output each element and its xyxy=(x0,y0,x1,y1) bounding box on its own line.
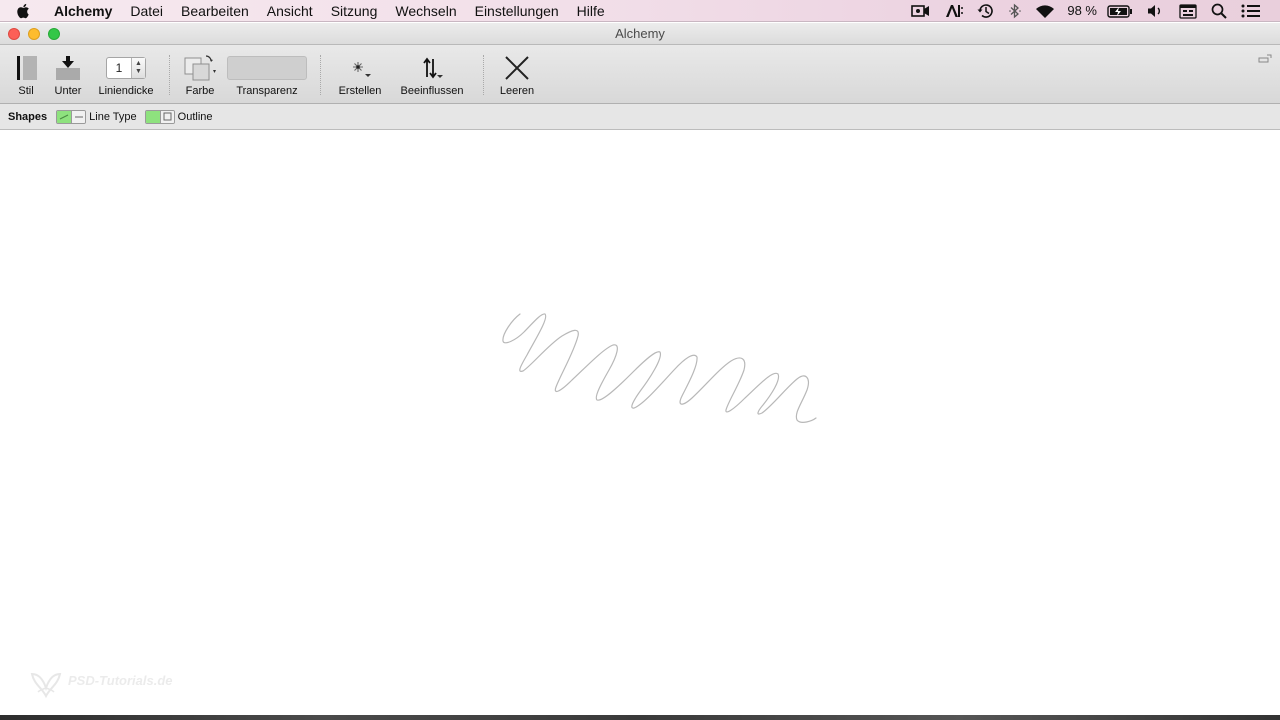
time-machine-icon[interactable] xyxy=(970,0,1002,22)
farbe-icon xyxy=(182,45,218,85)
menu-bar: Alchemy Datei Bearbeiten Ansicht Sitzung… xyxy=(0,0,1280,22)
menu-bar-left: Alchemy Datei Bearbeiten Ansicht Sitzung… xyxy=(0,0,614,22)
transparenz-label: Transparenz xyxy=(236,85,298,97)
line-type-straight-icon[interactable] xyxy=(71,110,86,123)
unter-label: Unter xyxy=(54,85,82,97)
window-minimize-button[interactable] xyxy=(28,28,40,40)
notification-center-icon[interactable] xyxy=(1234,0,1268,22)
transparenz-slider-area xyxy=(227,45,307,85)
stepper-arrows-icon[interactable]: ▲ ▼ xyxy=(131,58,145,78)
menu-app-name[interactable]: Alchemy xyxy=(46,0,121,22)
liniendicke-label: Liniendicke xyxy=(98,85,154,97)
liniendicke-stepper-area: 1 ▲ ▼ xyxy=(106,45,146,85)
wifi-icon[interactable] xyxy=(1028,0,1062,22)
liniendicke-control: 1 ▲ ▼ Liniendicke xyxy=(94,45,158,104)
outline-toggle[interactable] xyxy=(144,109,175,124)
watermark-text: PSD-Tutorials.de xyxy=(68,673,173,688)
transparenz-slider[interactable] xyxy=(227,56,307,80)
window-zoom-button[interactable] xyxy=(48,28,60,40)
unter-button[interactable]: Unter xyxy=(50,45,86,104)
window-controls xyxy=(8,28,60,40)
line-type-label: Line Type xyxy=(89,110,137,123)
menu-bearbeiten[interactable]: Bearbeiten xyxy=(172,0,258,22)
erstellen-button[interactable]: Erstellen xyxy=(334,45,386,104)
menu-ansicht[interactable]: Ansicht xyxy=(258,0,322,22)
outline-label: Outline xyxy=(177,110,213,123)
affect-arrows-icon xyxy=(419,45,445,85)
spotlight-icon[interactable] xyxy=(1204,0,1234,22)
toolbar-separator xyxy=(483,55,484,95)
watermark: PSD-Tutorials.de xyxy=(28,666,173,702)
leeren-label: Leeren xyxy=(499,85,535,97)
toolbar-toggle-icon[interactable] xyxy=(1258,51,1272,69)
drawn-zigzag-stroke xyxy=(502,313,817,423)
menu-hilfe[interactable]: Hilfe xyxy=(568,0,614,22)
menu-sitzung[interactable]: Sitzung xyxy=(322,0,387,22)
menu-datei[interactable]: Datei xyxy=(121,0,172,22)
butterfly-logo-icon xyxy=(30,672,62,699)
font-icon[interactable] xyxy=(938,0,970,22)
leeren-button[interactable]: Leeren xyxy=(496,45,538,104)
drawing-canvas[interactable] xyxy=(0,131,1280,715)
window-close-button[interactable] xyxy=(8,28,20,40)
menu-wechseln[interactable]: Wechseln xyxy=(386,0,465,22)
line-type-solid-icon[interactable] xyxy=(57,110,72,123)
window-title: Alchemy xyxy=(615,26,665,41)
transparenz-control: Transparenz xyxy=(226,45,308,104)
stil-button[interactable]: Stil xyxy=(8,45,44,104)
toolbar: Stil Unter 1 ▲ ▼ Liniendicke Farbe Transp… xyxy=(0,45,1280,104)
farbe-label: Farbe xyxy=(185,85,215,97)
battery-icon[interactable] xyxy=(1100,0,1140,22)
farbe-button[interactable]: Farbe xyxy=(180,45,220,104)
camera-icon[interactable] xyxy=(904,0,938,22)
apple-icon[interactable] xyxy=(0,3,46,19)
toolbar-separator xyxy=(320,55,321,95)
sparkle-create-icon xyxy=(347,45,373,85)
outline-empty-icon[interactable] xyxy=(159,110,174,123)
outline-filled-icon[interactable] xyxy=(145,110,160,123)
erstellen-label: Erstellen xyxy=(338,85,382,97)
liniendicke-value[interactable]: 1 xyxy=(107,61,131,75)
window-title-bar[interactable]: Alchemy xyxy=(0,23,1280,45)
unter-icon xyxy=(54,45,82,85)
stil-label: Stil xyxy=(18,85,34,97)
beeinflussen-button[interactable]: Beeinflussen xyxy=(396,45,468,104)
bluetooth-icon[interactable] xyxy=(1002,0,1028,22)
drawn-stroke-layer xyxy=(502,313,817,423)
volume-icon[interactable] xyxy=(1140,0,1172,22)
battery-percentage[interactable]: 98 % xyxy=(1062,0,1100,22)
stil-icon xyxy=(13,45,39,85)
beeinflussen-label: Beeinflussen xyxy=(400,85,464,97)
desktop-background-strip xyxy=(0,715,1280,720)
toolbar-separator xyxy=(169,55,170,95)
clear-x-icon xyxy=(503,45,531,85)
line-type-toggle[interactable] xyxy=(56,109,87,124)
shapes-title: Shapes xyxy=(8,110,48,123)
liniendicke-stepper[interactable]: 1 ▲ ▼ xyxy=(106,57,146,79)
input-source-icon[interactable] xyxy=(1172,0,1204,22)
menu-einstellungen[interactable]: Einstellungen xyxy=(466,0,568,22)
shapes-bar: Shapes Line Type Outline xyxy=(0,104,1280,130)
menu-bar-status: 98 % xyxy=(904,0,1280,22)
